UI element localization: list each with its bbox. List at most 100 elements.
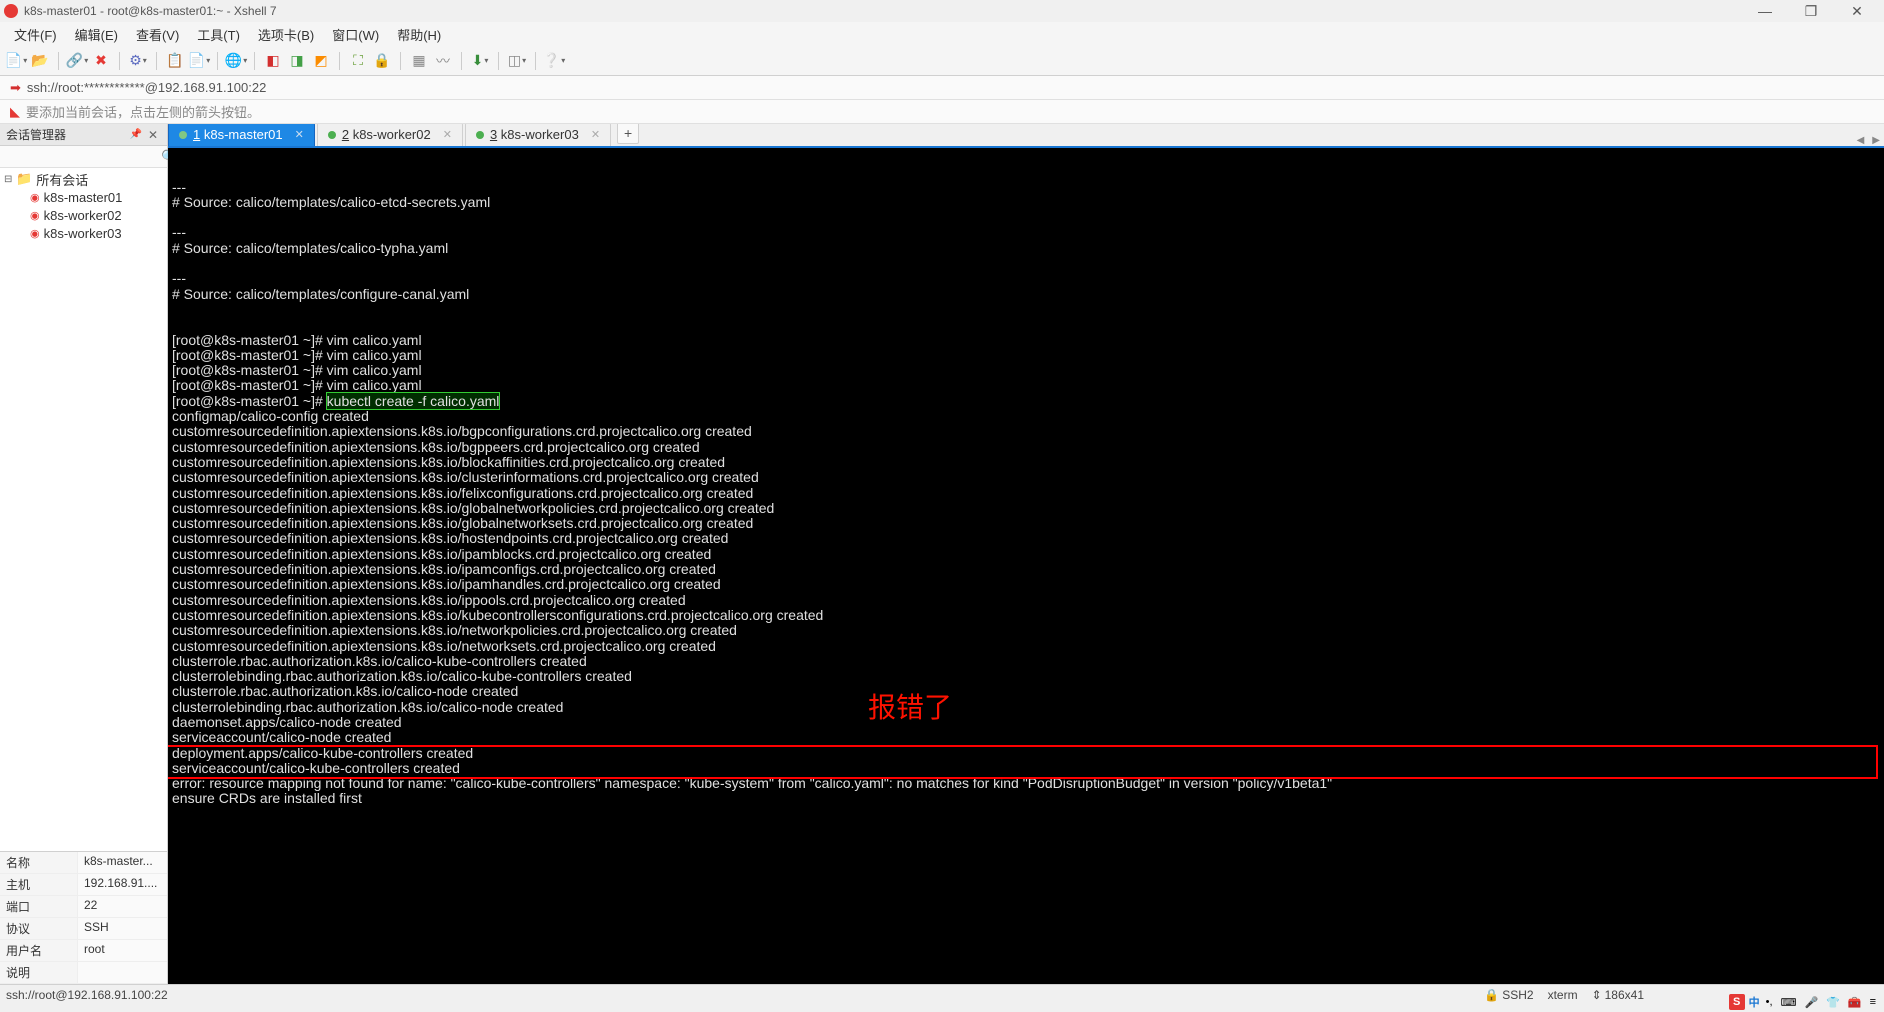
prop-host-v: 192.168.91.... xyxy=(78,874,167,895)
help-icon[interactable]: ❔▾ xyxy=(544,51,564,71)
main-pane: 1 k8s-master01 ✕ 2 k8s-worker02 ✕ 3 k8s-… xyxy=(168,124,1884,984)
hintbar: ◣ 要添加当前会话，点击左侧的箭头按钮。 xyxy=(0,100,1884,124)
tree-item-label: k8s-master01 xyxy=(44,190,123,205)
menu-window[interactable]: 窗口(W) xyxy=(324,23,387,46)
hint-text: 要添加当前会话，点击左侧的箭头按钮。 xyxy=(26,102,260,121)
xftp-icon[interactable]: ⬇▾ xyxy=(470,51,490,71)
properties-icon[interactable]: ⚙▾ xyxy=(128,51,148,71)
status-size: 186x41 xyxy=(1605,988,1644,1002)
close-button[interactable]: ✕ xyxy=(1834,0,1880,22)
session-props: 名称k8s-master... 主机192.168.91.... 端口22 协议… xyxy=(0,851,167,984)
tab-label: k8s-master01 xyxy=(204,127,283,142)
menu-edit[interactable]: 编辑(E) xyxy=(67,23,126,46)
tab-master01[interactable]: 1 k8s-master01 ✕ xyxy=(168,124,315,146)
new-session-icon[interactable]: 📄▾ xyxy=(6,51,26,71)
address-input[interactable] xyxy=(27,80,1874,95)
titlebar: k8s-master01 - root@k8s-master01:~ - Xsh… xyxy=(0,0,1884,22)
copy-icon[interactable]: 📋 xyxy=(165,51,185,71)
fullscreen-icon[interactable]: ⛶ xyxy=(348,51,368,71)
ime-icon[interactable]: S xyxy=(1729,994,1745,1010)
tray-more-icon[interactable]: ≡ xyxy=(1868,996,1878,1008)
color3-icon[interactable]: ◩ xyxy=(311,51,331,71)
prop-name-v: k8s-master... xyxy=(78,852,167,873)
session-tree: ⊟ 📁 所有会话 ◉ k8s-master01 ◉ k8s-worker02 ◉… xyxy=(0,168,167,851)
terminal[interactable]: --- # Source: calico/templates/calico-et… xyxy=(168,148,1884,984)
minimize-button[interactable]: — xyxy=(1742,0,1788,22)
tray-skin-icon[interactable]: 👕 xyxy=(1824,996,1842,1009)
prop-port-k: 端口 xyxy=(0,896,78,917)
color1-icon[interactable]: ◧ xyxy=(263,51,283,71)
reconnect-icon[interactable]: 🔗▾ xyxy=(67,51,87,71)
prop-host-k: 主机 xyxy=(0,874,78,895)
tray-toolbox-icon[interactable]: 🧰 xyxy=(1846,996,1864,1009)
menu-tab[interactable]: 选项卡(B) xyxy=(250,23,322,46)
tab-num: 3 xyxy=(490,127,497,142)
new-tab-button[interactable]: + xyxy=(617,124,639,144)
sidebar-close-icon[interactable]: ✕ xyxy=(145,128,161,142)
menu-help[interactable]: 帮助(H) xyxy=(389,23,449,46)
tree-root-label: 所有会话 xyxy=(36,170,88,189)
tree-root[interactable]: ⊟ 📁 所有会话 xyxy=(0,170,167,188)
session-icon: ◉ xyxy=(30,227,40,240)
hint-flag-icon: ◣ xyxy=(10,104,20,120)
session-icon: ◉ xyxy=(30,209,40,222)
prop-name-k: 名称 xyxy=(0,852,78,873)
status-term: xterm xyxy=(1548,988,1578,1002)
calc-icon[interactable]: ▦ xyxy=(409,51,429,71)
paste-icon[interactable]: 📄▾ xyxy=(189,51,209,71)
system-tray: S 中 •, ⌨ 🎤 👕 🧰 ≡ xyxy=(1729,992,1878,1012)
ruler-icon[interactable]: 〰 xyxy=(433,51,453,71)
status-proto: SSH2 xyxy=(1502,988,1533,1002)
lock-icon[interactable]: 🔒 xyxy=(372,51,392,71)
tab-close-icon[interactable]: ✕ xyxy=(295,128,304,141)
sidebar-search-input[interactable] xyxy=(6,150,161,164)
sidebar-header: 会话管理器 📌 ✕ xyxy=(0,124,167,146)
collapse-icon[interactable]: ⊟ xyxy=(4,174,16,185)
prop-user-v: root xyxy=(78,940,167,961)
tree-item-worker02[interactable]: ◉ k8s-worker02 xyxy=(0,206,167,224)
session-manager-sidebar: 会话管理器 📌 ✕ 🔍 ⊟ 📁 所有会话 ◉ k8s-master01 ◉ k8… xyxy=(0,124,168,984)
sidebar-title: 会话管理器 xyxy=(6,126,66,143)
tray-mic-icon[interactable]: 🎤 xyxy=(1802,996,1820,1009)
connected-icon xyxy=(328,131,336,139)
connected-icon xyxy=(179,131,187,139)
tab-worker03[interactable]: 3 k8s-worker03 ✕ xyxy=(465,124,611,146)
disconnect-icon[interactable]: ✖ xyxy=(91,51,111,71)
tab-close-icon[interactable]: ✕ xyxy=(591,128,600,141)
error-highlight-box xyxy=(168,745,1878,779)
prop-user-k: 用户名 xyxy=(0,940,78,961)
add-session-arrow-icon[interactable]: ➡ xyxy=(10,80,21,96)
menu-view[interactable]: 查看(V) xyxy=(128,23,187,46)
tree-item-master01[interactable]: ◉ k8s-master01 xyxy=(0,188,167,206)
menu-tools[interactable]: 工具(T) xyxy=(189,23,248,46)
app-icon xyxy=(4,4,18,18)
tab-scroll-left-icon[interactable]: ◀ xyxy=(1853,135,1869,146)
status-address: ssh://root@192.168.91.100:22 xyxy=(6,988,168,1002)
tab-worker02[interactable]: 2 k8s-worker02 ✕ xyxy=(317,124,463,146)
tab-num: 2 xyxy=(342,127,349,142)
globe-icon[interactable]: 🌐▾ xyxy=(226,51,246,71)
connected-icon xyxy=(476,131,484,139)
prop-port-v: 22 xyxy=(78,896,167,917)
pin-icon[interactable]: 📌 xyxy=(126,129,144,140)
tray-keyboard-icon[interactable]: ⌨ xyxy=(1779,996,1799,1009)
folder-icon: 📁 xyxy=(16,171,32,187)
statusbar: ssh://root@192.168.91.100:22 🔒SSH2 xterm… xyxy=(0,984,1884,1004)
tray-punct-icon[interactable]: •, xyxy=(1764,996,1775,1008)
menubar: 文件(F) 编辑(E) 查看(V) 工具(T) 选项卡(B) 窗口(W) 帮助(… xyxy=(0,22,1884,46)
tab-label: k8s-worker03 xyxy=(501,127,579,142)
open-session-icon[interactable]: 📂 xyxy=(30,51,50,71)
prop-proto-v: SSH xyxy=(78,918,167,939)
tree-item-label: k8s-worker03 xyxy=(44,226,122,241)
menu-file[interactable]: 文件(F) xyxy=(6,23,65,46)
layout-icon[interactable]: ◫▾ xyxy=(507,51,527,71)
tab-close-icon[interactable]: ✕ xyxy=(443,128,452,141)
prop-proto-k: 协议 xyxy=(0,918,78,939)
tree-item-worker03[interactable]: ◉ k8s-worker03 xyxy=(0,224,167,242)
prop-desc-v xyxy=(78,962,167,983)
maximize-button[interactable]: ❐ xyxy=(1788,0,1834,22)
toolbar: 📄▾ 📂 🔗▾ ✖ ⚙▾ 📋 📄▾ 🌐▾ ◧ ◨ ◩ ⛶ 🔒 ▦ 〰 ⬇▾ ◫▾… xyxy=(0,46,1884,76)
color2-icon[interactable]: ◨ xyxy=(287,51,307,71)
lang-indicator[interactable]: 中 xyxy=(1749,994,1760,1010)
tab-scroll-right-icon[interactable]: ▶ xyxy=(1868,135,1884,146)
